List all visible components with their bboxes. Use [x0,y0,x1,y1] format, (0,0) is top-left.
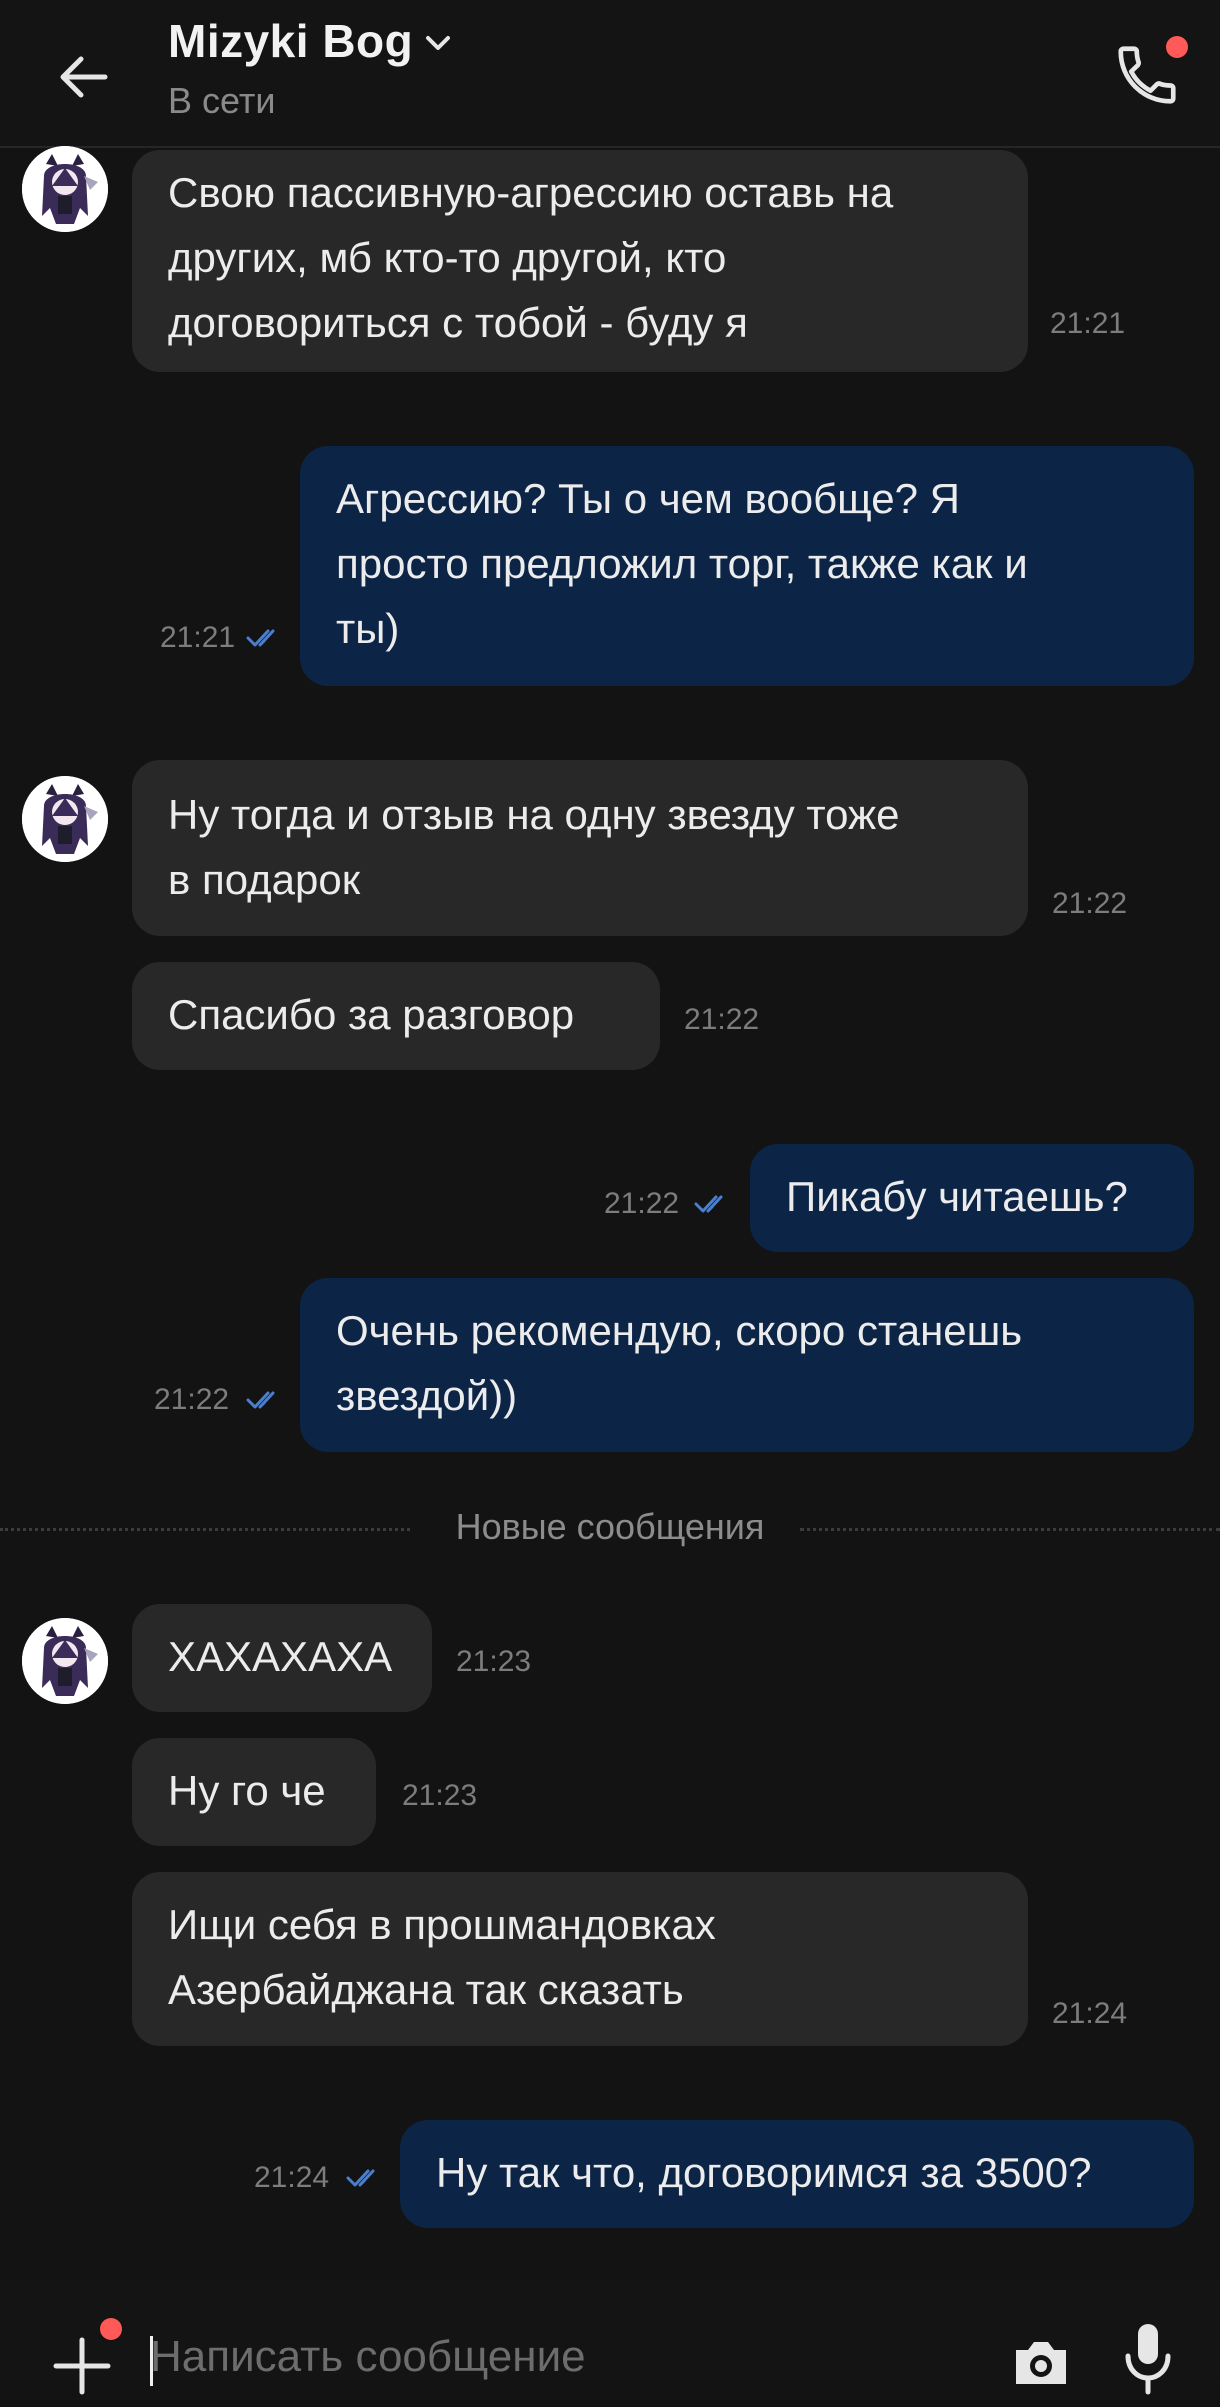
message-bubble-outgoing[interactable]: Ну так что, договоримся за 3500? [400,2120,1194,2228]
camera-icon [1016,2342,1066,2384]
contact-name[interactable]: Mizyki Bog [168,14,413,68]
message-time: 21:23 [456,1645,532,1678]
double-check-icon [246,1391,275,1409]
message-text: Ну го че [168,1767,326,1814]
message-composer: Написать сообщение [0,2280,1220,2395]
microphone-icon [1125,2324,1171,2395]
avatar-image [22,146,108,232]
message-time: 21:22 [604,1187,680,1220]
message-text: Свою пассивную-агрессию оставь на других… [168,169,894,346]
message-input[interactable]: Написать сообщение [150,2332,586,2382]
message-bubble-outgoing[interactable]: Очень рекомендую, скоро станешь звездой)… [300,1278,1194,1452]
message-text: Агрессию? Ты о чем вообще? Я просто пред… [336,475,1028,652]
message-time: 21:22 [684,1003,760,1036]
double-check-icon [346,2169,375,2187]
avatar-image [22,1618,108,1704]
message-time: 21:21 [1050,307,1126,340]
contact-status: В сети [168,80,276,121]
new-messages-divider: Новые сообщения [0,1506,1220,1548]
plus-icon [53,2337,111,2395]
message-bubble-outgoing[interactable]: Пикабу читаешь? [750,1144,1194,1252]
notification-dot [1166,36,1188,58]
avatar[interactable] [22,776,108,862]
attach-button[interactable] [46,2318,122,2402]
chevron-down-icon[interactable] [425,34,451,52]
message-bubble-incoming[interactable]: Ищи себя в прошмандовках Азербайджана та… [132,1872,1127,2046]
message-time: 21:22 [154,1383,230,1416]
message-bubble-incoming[interactable]: Свою пассивную-агрессию оставь на других… [132,150,1125,372]
message-time: 21:22 [1052,887,1128,920]
camera-button[interactable] [1008,2328,1074,2394]
message-text: ХАХАХАХА [168,1633,393,1680]
microphone-button[interactable] [1118,2318,1178,2398]
message-text: Пикабу читаешь? [786,1173,1128,1220]
double-check-icon [246,629,275,647]
message-time: 21:21 [160,621,236,654]
call-button[interactable] [1102,30,1192,120]
avatar[interactable] [22,1618,108,1704]
avatar-image [22,776,108,862]
contact-info[interactable]: Mizyki Bog В сети [168,14,451,122]
message-bubble-incoming[interactable]: Спасибо за разговор 21:22 [132,962,759,1070]
message-time: 21:23 [402,1779,478,1812]
chat-header: Mizyki Bog В сети [0,0,1220,148]
divider-label: Новые сообщения [431,1506,789,1547]
message-time: 21:24 [1052,1997,1128,2030]
avatar[interactable] [22,146,108,232]
message-text: Ну так что, договоримся за 3500? [436,2149,1092,2196]
message-bubble-outgoing[interactable]: Агрессию? Ты о чем вообще? Я просто пред… [300,446,1194,686]
double-check-icon [694,1195,723,1213]
message-text: Ищи себя в прошмандовках Азербайджана та… [168,1901,716,2013]
back-button[interactable] [48,42,118,112]
message-time: 21:24 [254,2161,330,2194]
arrow-left-icon [60,56,108,98]
notification-dot [100,2318,122,2340]
message-bubble-incoming[interactable]: Ну го че 21:23 [132,1738,477,1846]
message-bubble-incoming[interactable]: ХАХАХАХА 21:23 [132,1604,531,1712]
message-text: Очень рекомендую, скоро станешь звездой)… [336,1307,1023,1419]
message-text: Спасибо за разговор [168,991,575,1038]
message-text: Ну тогда и отзыв на одну звезду тоже в п… [168,791,900,903]
message-bubble-incoming[interactable]: Ну тогда и отзыв на одну звезду тоже в п… [132,760,1127,936]
